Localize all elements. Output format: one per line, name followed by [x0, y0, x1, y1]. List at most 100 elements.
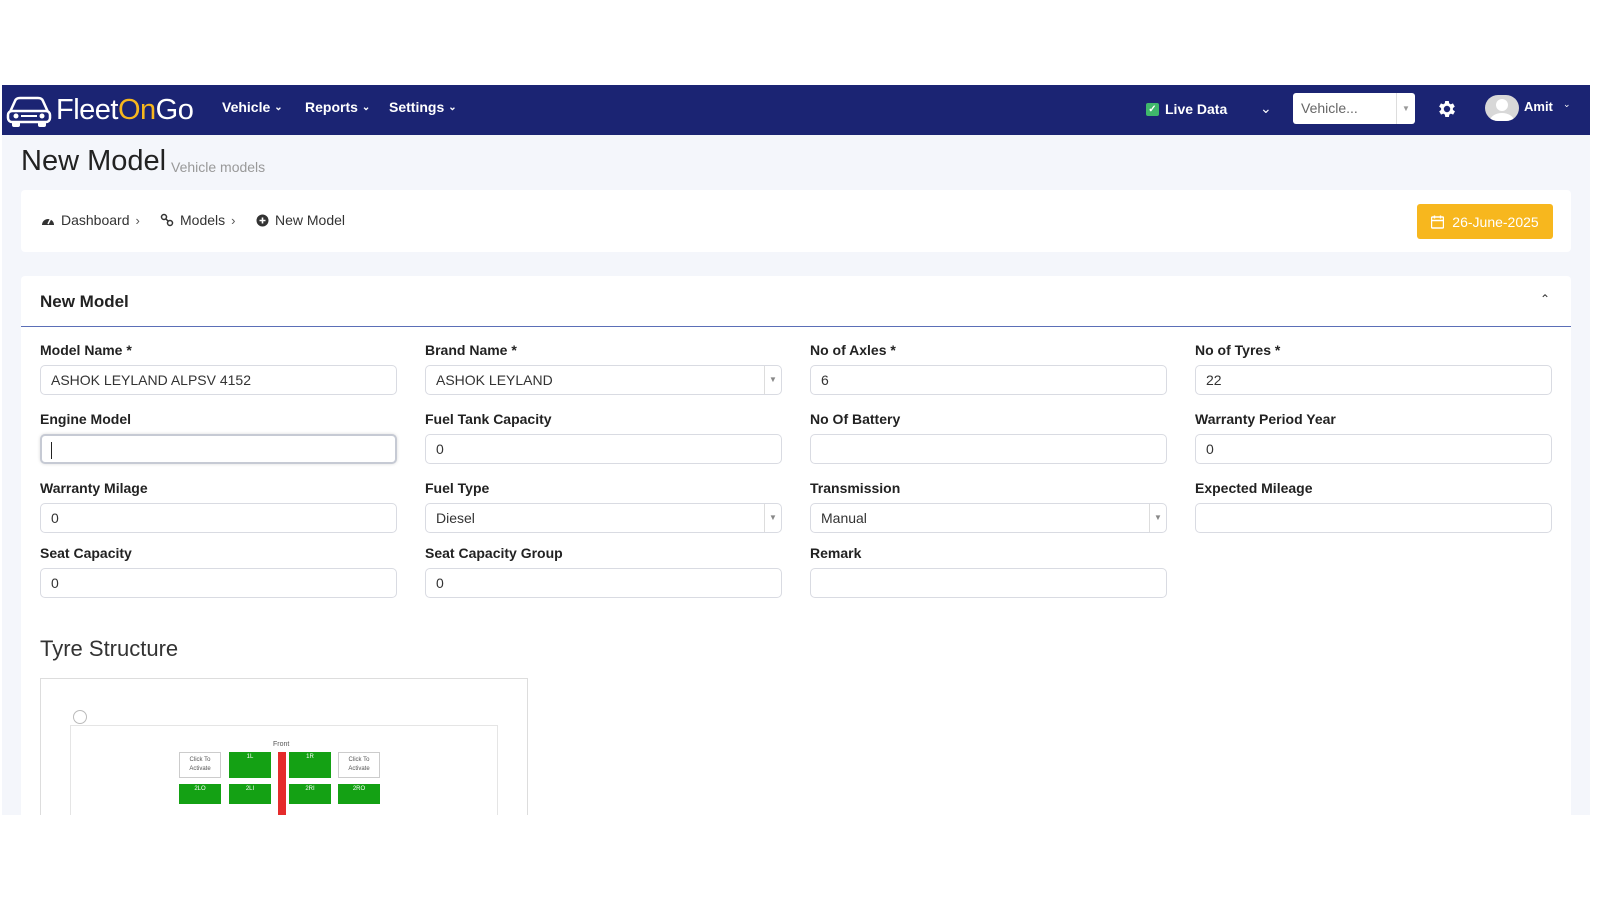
chevron-down-icon: ⌄ [361, 101, 371, 113]
dropdown-arrow-icon[interactable]: ▼ [764, 366, 781, 394]
front-label: Front [273, 741, 290, 748]
tyre-label: 2LO [194, 786, 206, 792]
expected-mileage-input[interactable] [1195, 503, 1552, 533]
seat-capacity-group-label: Seat Capacity Group [425, 545, 563, 561]
text-cursor [51, 442, 52, 459]
breadcrumb-label: Dashboard [61, 212, 130, 228]
chevron-down-icon: ⌄ [448, 101, 457, 113]
dropdown-arrow-icon[interactable]: ▼ [1149, 504, 1166, 532]
remark-input[interactable] [810, 568, 1167, 598]
user-name[interactable]: Amit [1524, 99, 1553, 114]
nav-menu-settings[interactable]: Settings ⌄ [389, 99, 457, 115]
warranty-milage-value: 0 [51, 510, 59, 526]
date-button[interactable]: 26-June-2025 [1417, 204, 1553, 239]
remark-label: Remark [810, 545, 862, 561]
tyre-slot-inactive[interactable]: Click To Activate [179, 752, 221, 778]
fuel-type-label: Fuel Type [425, 480, 490, 496]
fuel-type-select[interactable]: Diesel ▼ [425, 503, 782, 533]
tyre-2ri[interactable]: 2RI [289, 784, 331, 804]
tyre-2ro[interactable]: 2RO [338, 784, 380, 804]
chevron-right-icon: › [135, 212, 140, 228]
tyre-label: 1R [306, 754, 314, 760]
chevron-right-icon: › [231, 212, 236, 228]
model-name-label: Model Name * [40, 342, 132, 358]
chevron-down-icon[interactable]: ⌄ [1260, 100, 1272, 117]
warranty-milage-label: Warranty Milage [40, 480, 148, 496]
breadcrumb-label: New Model [275, 212, 346, 228]
breadcrumb-item-models[interactable]: Models › [160, 212, 235, 228]
gear-icon[interactable] [1436, 98, 1458, 120]
dashboard-icon [42, 217, 54, 225]
seat-capacity-input[interactable]: 0 [40, 568, 397, 598]
seat-capacity-value: 0 [51, 575, 59, 591]
tyre-label: 2RI [305, 786, 315, 792]
tyre-label: 1L [246, 754, 254, 760]
axle-radio-button[interactable] [73, 710, 87, 724]
live-data-toggle[interactable]: ✓ Live Data [1146, 101, 1227, 117]
brand-name-select[interactable]: ASHOK LEYLAND ▼ [425, 365, 782, 395]
logo-text: FleetOnGo [56, 93, 194, 127]
warranty-milage-input[interactable]: 0 [40, 503, 397, 533]
no-of-axles-label: No of Axles * [810, 342, 896, 358]
no-of-battery-input[interactable] [810, 434, 1167, 464]
no-of-tyres-label: No of Tyres * [1195, 342, 1281, 358]
tyre-1l[interactable]: 1L [229, 752, 271, 778]
nav-menu-vehicle[interactable]: Vehicle ⌄ [222, 99, 283, 115]
top-navbar: FleetOnGo Vehicle ⌄ Reports ⌄ Settings ⌄ ✓ … [2, 85, 1590, 135]
nav-menu-label: Reports [305, 99, 358, 115]
chevron-down-icon[interactable]: ⌄ [1563, 99, 1571, 110]
tyre-structure-panel: Front Click To Activate 1L 1R Click To A… [40, 678, 528, 815]
model-name-input[interactable]: ASHOK LEYLAND ALPSV 4152 [40, 365, 397, 395]
avatar[interactable] [1485, 95, 1519, 121]
fuel-tank-capacity-label: Fuel Tank Capacity [425, 411, 552, 427]
breadcrumb-item-dashboard[interactable]: Dashboard › [41, 212, 140, 228]
tyre-1r[interactable]: 1R [289, 752, 331, 778]
seat-capacity-label: Seat Capacity [40, 545, 132, 561]
collapse-icon[interactable]: ⌃ [1540, 292, 1550, 306]
transmission-label: Transmission [810, 480, 901, 496]
no-of-axles-input[interactable]: 6 [810, 365, 1167, 395]
plus-circle-icon [256, 214, 269, 226]
engine-model-label: Engine Model [40, 411, 131, 427]
engine-model-input[interactable] [40, 434, 397, 464]
logo-text-go: Go [155, 93, 194, 126]
breadcrumb-label: Models [180, 212, 226, 228]
checkbox-checked-icon[interactable]: ✓ [1146, 102, 1159, 116]
no-of-tyres-input[interactable]: 22 [1195, 365, 1552, 395]
breadcrumb: Dashboard › Models › New Model 26-June-2… [21, 190, 1571, 252]
brand-name-label: Brand Name * [425, 342, 517, 358]
model-name-value: ASHOK LEYLAND ALPSV 4152 [51, 372, 251, 388]
seat-capacity-group-input[interactable]: 0 [425, 568, 782, 598]
fuel-type-value: Diesel [436, 510, 475, 526]
vehicle-select[interactable]: Vehicle... ▼ [1293, 93, 1415, 124]
chevron-down-icon: ⌄ [274, 101, 283, 113]
tyre-label: 2RO [352, 786, 366, 792]
tyre-slot-label: Click To Activate [189, 757, 211, 772]
nav-menu-label: Vehicle [222, 99, 271, 115]
vehicle-select-placeholder: Vehicle... [1301, 100, 1358, 116]
expected-mileage-label: Expected Mileage [1195, 480, 1313, 496]
new-model-form: New Model ⌃ Model Name * ASHOK LEYLAND A… [21, 276, 1571, 815]
warranty-period-year-input[interactable]: 0 [1195, 434, 1552, 464]
tyre-2li[interactable]: 2LI [229, 784, 271, 804]
tyre-slot-label: Click To Activate [348, 757, 370, 772]
page-subtitle: Vehicle models [171, 159, 266, 175]
tyre-label: 2LI [245, 786, 255, 792]
dropdown-arrow-icon[interactable]: ▼ [1396, 93, 1415, 124]
seat-capacity-group-value: 0 [436, 575, 444, 591]
no-of-tyres-value: 22 [1206, 372, 1222, 388]
link-icon [160, 213, 174, 227]
no-of-battery-label: No Of Battery [810, 411, 901, 427]
dropdown-arrow-icon[interactable]: ▼ [764, 504, 781, 532]
fuel-tank-capacity-input[interactable]: 0 [425, 434, 782, 464]
breadcrumb-item-new-model: New Model [256, 212, 345, 228]
transmission-select[interactable]: Manual ▼ [810, 503, 1167, 533]
car-logo-icon [6, 96, 52, 127]
page-title: New Model [21, 145, 167, 177]
tyre-2lo[interactable]: 2LO [179, 784, 221, 804]
app-logo[interactable]: FleetOnGo [6, 91, 194, 129]
card-title: New Model [40, 292, 129, 311]
nav-menu-reports[interactable]: Reports ⌄ [305, 99, 370, 115]
transmission-value: Manual [821, 510, 867, 526]
tyre-slot-inactive[interactable]: Click To Activate [338, 752, 380, 778]
